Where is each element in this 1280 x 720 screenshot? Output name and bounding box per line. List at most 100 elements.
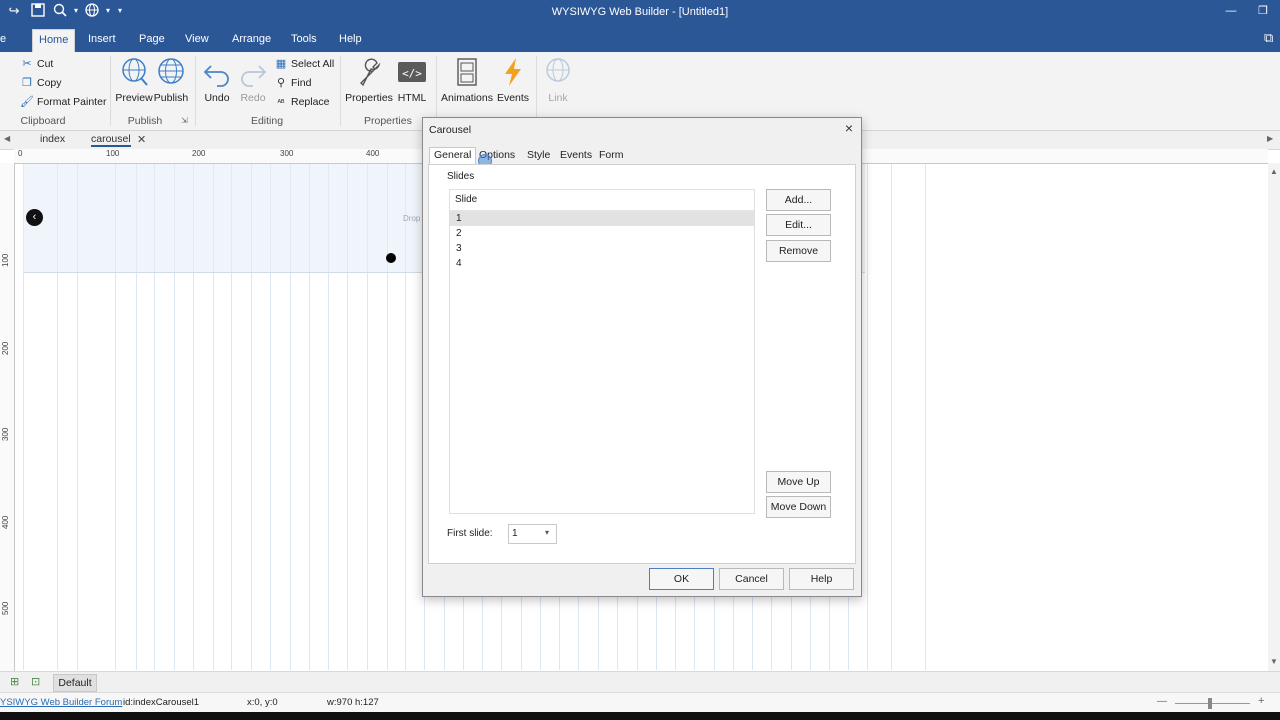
drop-hint: Drop <box>403 214 421 223</box>
list-item[interactable]: 4 <box>450 256 754 271</box>
dialog-tab-events[interactable]: Events <box>556 148 596 162</box>
undo-button[interactable]: Undo <box>199 56 235 104</box>
list-item[interactable]: 1 <box>450 211 754 226</box>
group-label-editing: Editing <box>250 115 284 127</box>
zoom-slider-thumb[interactable] <box>1208 698 1212 709</box>
tab-insert[interactable]: Insert <box>82 31 122 47</box>
carousel-indicator-dot[interactable] <box>386 253 396 263</box>
select-all-button[interactable]: ▦ Select All <box>274 56 334 72</box>
scissors-icon: ✂ <box>22 58 32 70</box>
zoom-slider[interactable] <box>1175 703 1250 704</box>
zoom-out-icon[interactable]: — <box>1157 696 1167 707</box>
scroll-down-icon[interactable]: ▼ <box>1270 657 1278 666</box>
add-slide-button[interactable]: Add... <box>766 189 831 211</box>
tab-view[interactable]: View <box>179 31 215 47</box>
minimize-icon[interactable]: — <box>1222 3 1240 19</box>
preview-button[interactable]: Preview <box>115 56 153 104</box>
group-label-publish: Publish <box>127 115 163 127</box>
window-title: WYSIWYG Web Builder - [Untitled1] <box>551 6 729 18</box>
tabs-scroll-right-icon[interactable]: ▶ <box>1267 134 1273 143</box>
undo-icon <box>201 56 233 88</box>
remove-slide-button[interactable]: Remove <box>766 240 831 262</box>
list-item[interactable]: 2 <box>450 226 754 241</box>
vertical-ruler: 100 200 300 400 500 <box>0 163 15 671</box>
cancel-button[interactable]: Cancel <box>719 568 784 590</box>
tab-page[interactable]: Page <box>133 31 171 47</box>
status-size: w:970 h:127 <box>327 697 379 708</box>
layer-default-tab[interactable]: Default <box>53 674 97 692</box>
copy-icon: ❐ <box>22 77 32 89</box>
close-tab-icon[interactable]: ✕ <box>137 133 146 146</box>
publish-button[interactable]: Publish <box>152 56 190 104</box>
ruler-tick: 300 <box>280 149 294 158</box>
html-button[interactable]: </> HTML <box>396 56 428 104</box>
redo-button[interactable]: Redo <box>236 56 270 104</box>
events-button[interactable]: Events <box>496 56 530 104</box>
status-object-id: id:indexCarousel1 <box>123 697 200 708</box>
group-separator <box>340 56 341 126</box>
code-icon: </> <box>396 56 428 88</box>
doc-tab-index[interactable]: index <box>40 133 65 145</box>
move-up-button[interactable]: Move Up <box>766 471 831 493</box>
copy-button[interactable]: ❐ Copy <box>20 75 61 91</box>
wrench-icon <box>353 56 385 88</box>
tab-home[interactable]: Home <box>32 29 76 53</box>
replace-button[interactable]: ᴬᴮ Replace <box>274 94 330 110</box>
close-icon[interactable]: × <box>845 120 853 136</box>
add-layer-icon[interactable]: ⊞ <box>10 675 19 688</box>
ruler-tick: 200 <box>192 149 206 158</box>
ruler-tick: 500 <box>1 601 10 615</box>
doc-tab-carousel[interactable]: carousel <box>91 133 131 147</box>
layer-bar: ⊞ ⊡ Default <box>0 671 1280 693</box>
link-button[interactable]: Link <box>541 56 575 104</box>
cut-button[interactable]: ✂ Cut <box>20 56 53 72</box>
carousel-prev-icon[interactable]: ‹ <box>26 209 43 226</box>
list-item[interactable]: 3 <box>450 241 754 256</box>
brush-icon: 🖌 <box>20 96 34 108</box>
film-icon <box>451 56 483 88</box>
grid-line <box>891 164 892 670</box>
taskbar-strip <box>0 712 1280 720</box>
find-button[interactable]: ⚲ Find <box>274 75 311 91</box>
edit-slide-button[interactable]: Edit... <box>766 214 831 236</box>
publish-dialog-launcher-icon[interactable]: ⇲ <box>181 116 188 125</box>
tab-help[interactable]: Help <box>333 31 368 47</box>
move-down-button[interactable]: Move Down <box>766 496 831 518</box>
first-slide-select[interactable]: 1 ▾ <box>508 524 557 544</box>
scroll-up-icon[interactable]: ▲ <box>1270 167 1278 176</box>
ruler-tick: 0 <box>18 149 23 158</box>
title-bar: ↪ ▾ ▾ ▾ WYSIWYG Web Builder - [Untitled1… <box>0 0 1280 25</box>
dialog-tab-style[interactable]: Style <box>523 148 554 162</box>
grid-line <box>925 164 926 670</box>
ruler-tick: 300 <box>1 427 10 441</box>
ok-button[interactable]: OK <box>649 568 714 590</box>
select-all-icon: ▦ <box>275 58 287 70</box>
tab-arrange[interactable]: Arrange <box>226 31 277 47</box>
group-label-properties: Properties <box>364 115 412 127</box>
lightning-icon <box>497 56 529 88</box>
help-button[interactable]: Help <box>789 568 854 590</box>
layer-options-icon[interactable]: ⊡ <box>31 675 40 688</box>
format-painter-button[interactable]: 🖌 Format Painter <box>20 94 106 110</box>
column-header-slide: Slide <box>455 194 478 205</box>
properties-button[interactable]: Properties <box>344 56 394 104</box>
first-slide-value: 1 <box>512 528 518 539</box>
first-slide-label: First slide: <box>447 528 493 539</box>
status-coords: x:0, y:0 <box>247 697 278 708</box>
restore-icon[interactable]: ❐ <box>1254 3 1272 19</box>
svg-text:</>: </> <box>402 67 422 80</box>
animations-button[interactable]: Animations <box>440 56 494 104</box>
ribbon-collapse-icon[interactable]: ⧉ <box>1264 30 1273 46</box>
dialog-tab-form[interactable]: Form <box>595 148 628 162</box>
ruler-tick: 100 <box>1 253 10 267</box>
forum-link[interactable]: YSIWYG Web Builder Forum <box>0 697 122 708</box>
tabs-scroll-left-icon[interactable]: ◀ <box>4 134 10 143</box>
tab-tools[interactable]: Tools <box>285 31 323 47</box>
vertical-scrollbar[interactable]: ▲ ▼ <box>1268 163 1280 671</box>
slides-list[interactable]: Slide 1 2 3 4 <box>449 189 755 514</box>
group-separator <box>110 56 111 126</box>
ruler-tick: 200 <box>1 341 10 355</box>
replace-icon: ᴬᴮ <box>277 98 285 107</box>
zoom-in-icon[interactable]: + <box>1258 695 1264 707</box>
tab-file[interactable]: e <box>0 31 12 47</box>
